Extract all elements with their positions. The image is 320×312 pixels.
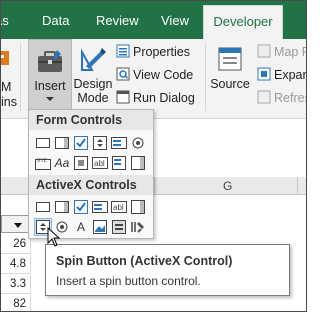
- run-dialog-button[interactable]: Run Dialog: [116, 88, 195, 108]
- group-box-control-icon[interactable]: XYZ: [34, 154, 52, 172]
- activex-scroll-bar-icon[interactable]: [129, 198, 147, 216]
- tab-partial[interactable]: as: [1, 1, 15, 39]
- svg-text:XYZ: XYZ: [37, 158, 47, 164]
- insert-controls-gallery: Form Controls XYZ Aa abl ActiveX Control…: [28, 109, 154, 239]
- source-button[interactable]: Source: [209, 39, 251, 91]
- cell-value[interactable]: 4.8: [1, 255, 31, 274]
- scroll-bar-control-icon[interactable]: [72, 154, 90, 172]
- view-code-button[interactable]: View Code: [116, 65, 193, 85]
- insert-controls-button[interactable]: Insert: [28, 39, 72, 119]
- filter-dropdown-button[interactable]: [1, 215, 29, 233]
- properties-button[interactable]: Properties: [116, 42, 190, 62]
- activex-combo-box-icon[interactable]: [53, 198, 71, 216]
- combo-drop-down-edit-control-icon[interactable]: [129, 154, 147, 172]
- properties-label: Properties: [133, 45, 190, 59]
- activex-image-icon[interactable]: [91, 218, 109, 236]
- activex-label-icon[interactable]: A: [72, 218, 90, 236]
- map-properties-icon: [257, 44, 271, 58]
- chevron-down-icon: [46, 97, 54, 101]
- option-button-control-icon[interactable]: [129, 134, 147, 152]
- ribbon-body: M ins Insert Design Mode Properties View…: [1, 39, 306, 119]
- chevron-down-icon: [14, 223, 22, 228]
- map-properties-label: Map P: [274, 45, 307, 59]
- checkbox-control-icon[interactable]: [72, 134, 90, 152]
- cell-value[interactable]: 3.3: [1, 275, 31, 294]
- tab-review[interactable]: Review: [96, 1, 139, 39]
- tab-view[interactable]: View: [161, 1, 189, 39]
- tab-developer[interactable]: Developer: [203, 5, 283, 39]
- view-code-label: View Code: [133, 68, 194, 82]
- insert-label: Insert: [34, 79, 66, 93]
- column-divider: [297, 177, 298, 195]
- combo-list-edit-control-icon[interactable]: [110, 154, 128, 172]
- source-icon: [218, 47, 242, 71]
- activex-toggle-button-icon[interactable]: [110, 218, 128, 236]
- spin-button-tooltip: Spin Button (ActiveX Control) Insert a s…: [45, 244, 290, 296]
- excel-window: as Data Review View Developer M ins Inse…: [0, 0, 307, 312]
- spin-control-icon[interactable]: [91, 134, 109, 152]
- group-divider: [20, 43, 21, 111]
- expansion-packs-icon: [257, 67, 271, 81]
- svg-text:abl: abl: [94, 159, 105, 168]
- partial-label-ins: ins: [1, 95, 17, 109]
- column-divider: [154, 177, 155, 195]
- map-properties-button[interactable]: Map P: [257, 42, 307, 62]
- source-label: Source: [210, 77, 250, 91]
- list-box-control-icon[interactable]: [110, 134, 128, 152]
- design-mode-label-line2: Mode: [77, 91, 109, 105]
- tab-data[interactable]: Data: [42, 1, 69, 39]
- design-mode-icon: [81, 48, 106, 71]
- refresh-data-button[interactable]: Refres: [257, 88, 306, 108]
- ribbon-tab-strip: as Data Review View Developer: [1, 1, 306, 39]
- tooltip-description: Insert a spin button control.: [56, 274, 201, 288]
- button-control-icon[interactable]: [34, 134, 52, 152]
- form-controls-header: Form Controls: [29, 110, 153, 130]
- view-code-icon: [116, 67, 130, 81]
- activex-controls-header: ActiveX Controls: [29, 175, 153, 195]
- tooltip-title: Spin Button (ActiveX Control): [56, 254, 233, 268]
- label-control-icon[interactable]: Aa: [53, 154, 71, 172]
- toolbox-icon: [38, 50, 62, 72]
- refresh-data-label: Refres: [274, 91, 306, 105]
- svg-text:abl: abl: [113, 203, 124, 212]
- group-divider: [205, 43, 206, 111]
- text-field-control-icon[interactable]: abl: [91, 154, 109, 172]
- partial-icon: [1, 47, 15, 71]
- mouse-cursor-icon: [47, 227, 61, 247]
- cell-value[interactable]: 82: [1, 295, 31, 311]
- refresh-icon: [257, 90, 271, 104]
- run-dialog-label: Run Dialog: [133, 91, 195, 105]
- cell-value[interactable]: 26: [1, 235, 31, 254]
- command-button-control-icon[interactable]: [34, 198, 52, 216]
- activex-checkbox-icon[interactable]: [72, 198, 90, 216]
- run-dialog-icon: [116, 90, 130, 104]
- expansion-packs-button[interactable]: Expans: [257, 65, 306, 85]
- design-mode-button[interactable]: Design Mode: [73, 39, 113, 105]
- activex-list-box-icon[interactable]: [91, 198, 109, 216]
- more-controls-icon[interactable]: [129, 218, 147, 236]
- activex-text-box-icon[interactable]: abl: [110, 198, 128, 216]
- properties-icon: [116, 44, 130, 58]
- column-header-g[interactable]: G: [223, 177, 232, 195]
- combo-box-control-icon[interactable]: [53, 134, 71, 152]
- design-mode-label-line1: Design: [73, 77, 113, 91]
- expansion-packs-label: Expans: [274, 68, 306, 82]
